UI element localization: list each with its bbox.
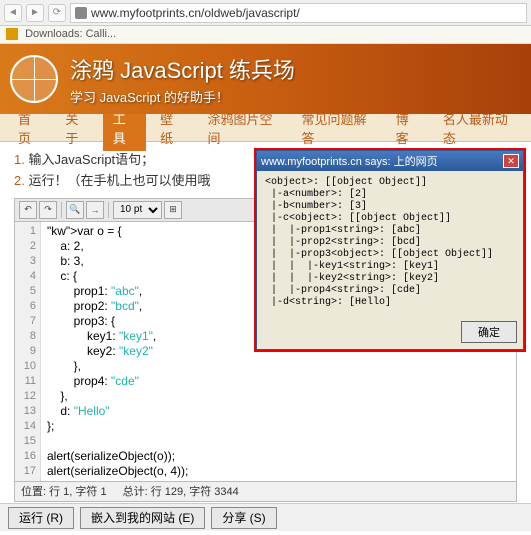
site-icon [75,7,87,19]
downloads-text: Downloads: Calli... [25,28,116,40]
total-value: 行 129, 字符 3344 [151,486,239,498]
logo-icon [10,55,58,103]
page-title: 涂鸦 JavaScript 练兵场 [70,53,295,85]
tb-search-icon[interactable]: 🔍 [66,201,84,219]
url-bar[interactable]: www.myfootprints.cn/oldweb/javascript/ [70,3,527,23]
url-text: www.myfootprints.cn/oldweb/javascript/ [91,6,300,20]
ok-button[interactable]: 确定 [461,321,517,343]
back-button[interactable]: ◄ [4,4,22,22]
position-label: 位置: [21,486,46,498]
embed-button[interactable]: 嵌入到我的网站 (E) [80,507,205,529]
reload-button[interactable]: ⟳ [48,4,66,22]
page-subtitle: 学习 JavaScript 的好助手！ [70,87,295,106]
share-button[interactable]: 分享 (S) [211,507,276,529]
tb-redo-icon[interactable]: ↷ [39,201,57,219]
tb-expand-icon[interactable]: ⊞ [164,201,182,219]
status-bar: 位置: 行 1, 字符 1 总计: 行 129, 字符 3344 [14,482,517,502]
tb-goto-icon[interactable]: → [86,201,104,219]
dialog-title-text: www.myfootprints.cn says: 上的网页 [261,153,438,169]
page-header: 涂鸦 JavaScript 练兵场 学习 JavaScript 的好助手！ [0,44,531,114]
inst-text-2: 运行！（在手机上也可以使用哦 [28,173,210,188]
inst-num-2: 2. [14,173,25,188]
bottom-bar: 运行 (R) 嵌入到我的网站 (E) 分享 (S) [0,503,531,531]
run-button[interactable]: 运行 (R) [8,507,74,529]
main-nav: 首页关于工具壁纸涂鸦图片空间常见问题解答博客名人最新动态 [0,114,531,142]
dialog-body: <object>: [[object Object]] |-a<number>:… [257,171,523,315]
tb-undo-icon[interactable]: ↶ [19,201,37,219]
inst-text-1: 输入JavaScript语句； [28,152,154,167]
browser-toolbar: ◄ ► ⟳ www.myfootprints.cn/oldweb/javascr… [0,0,531,26]
font-size-select[interactable]: 10 pt [113,201,162,219]
download-icon [6,28,18,40]
total-label: 总计: [123,486,148,498]
forward-button[interactable]: ► [26,4,44,22]
position-value: 行 1, 字符 1 [49,486,106,498]
close-icon[interactable]: ✕ [503,154,519,168]
downloads-bar: Downloads: Calli... [0,26,531,44]
inst-num-1: 1. [14,152,25,167]
dialog-titlebar[interactable]: www.myfootprints.cn says: 上的网页 ✕ [257,151,523,171]
line-gutter: 123456789101112131415161718 [15,222,41,481]
alert-dialog: www.myfootprints.cn says: 上的网页 ✕ <object… [254,148,526,352]
